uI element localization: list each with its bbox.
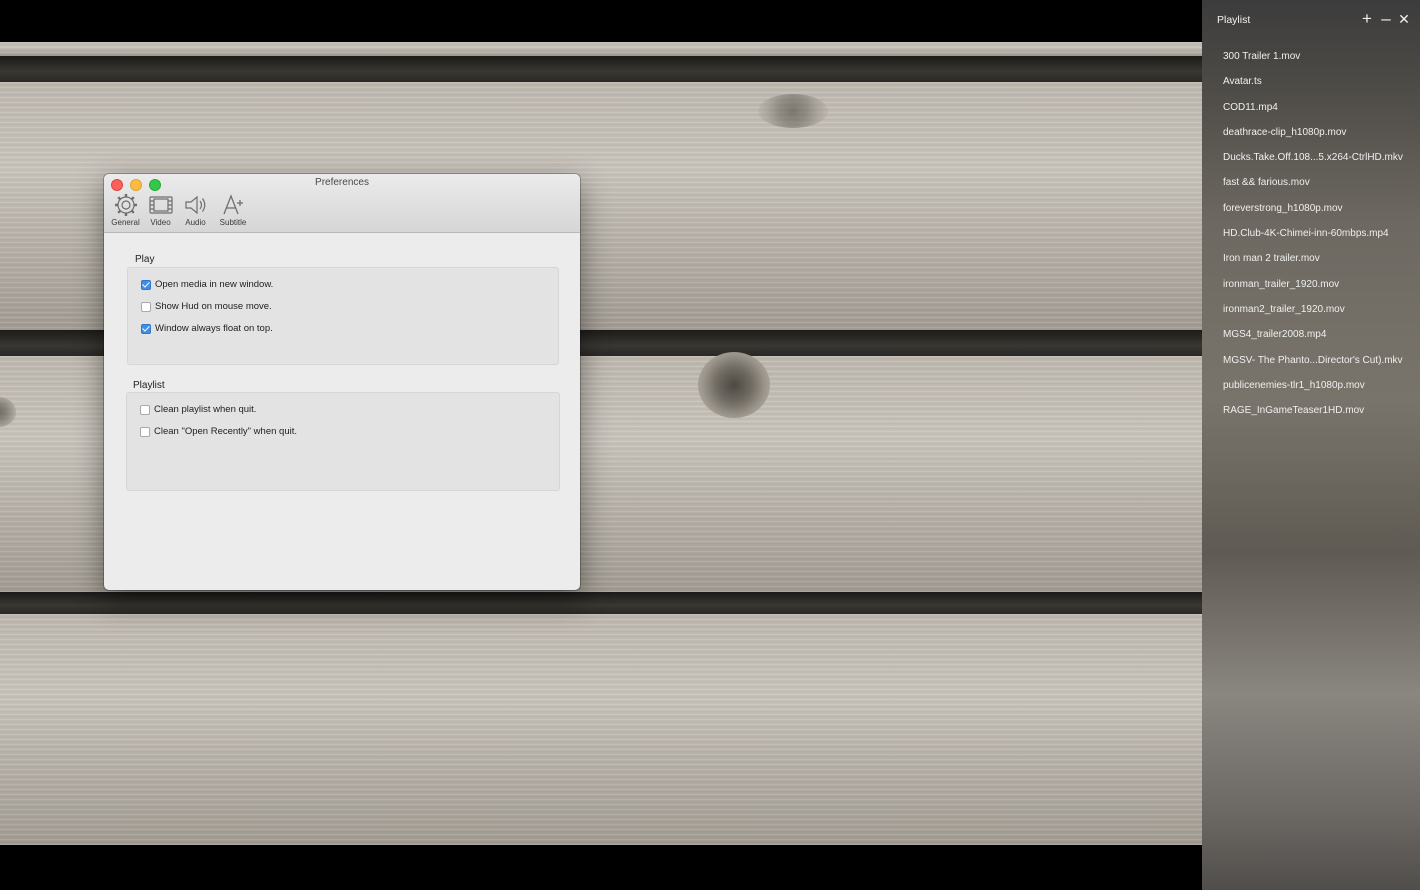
tab-subtitle[interactable]: Subtitle <box>215 193 251 227</box>
playlist-item[interactable]: HD.Club-4K-Chimei-inn-60mbps.mp4 <box>1223 227 1403 252</box>
playlist-item[interactable]: COD11.mp4 <box>1223 101 1403 126</box>
close-button[interactable]: ✕ <box>1395 9 1413 29</box>
playlist-item[interactable]: Avatar.ts <box>1223 75 1403 100</box>
playlist-item[interactable]: deathrace-clip_h1080p.mov <box>1223 126 1403 151</box>
tab-video[interactable]: Video <box>145 193 176 227</box>
add-button[interactable]: + <box>1358 9 1376 29</box>
minimize-button[interactable]: – <box>1377 9 1395 29</box>
plank-gap <box>0 592 1202 614</box>
playlist-section-heading: Playlist <box>133 380 165 391</box>
playlist-item[interactable]: ironman_trailer_1920.mov <box>1223 278 1403 303</box>
option-label: Open media in new window. <box>155 279 274 290</box>
playlist-item[interactable]: Iron man 2 trailer.mov <box>1223 252 1403 277</box>
checkbox-open-media-new-window[interactable] <box>141 279 151 290</box>
checkbox-float-on-top[interactable] <box>141 323 151 334</box>
wood-plank <box>0 42 1202 56</box>
option-open-media-new-window[interactable]: Open media in new window. <box>141 279 273 290</box>
tab-audio-label: Audio <box>185 218 206 227</box>
playlist-item[interactable]: publicenemies-tlr1_h1080p.mov <box>1223 379 1403 404</box>
title-bar[interactable]: Preferences General Video Audio Subtitle <box>104 174 580 233</box>
window-title: Preferences <box>315 177 369 188</box>
play-section-heading: Play <box>135 254 155 265</box>
option-label: Show Hud on mouse move. <box>155 301 272 312</box>
gear-icon <box>114 194 137 216</box>
playlist-item[interactable]: RAGE_InGameTeaser1HD.mov <box>1223 404 1403 429</box>
tab-general[interactable]: General <box>110 193 141 227</box>
tab-general-label: General <box>111 218 140 227</box>
film-icon <box>148 196 173 214</box>
option-label: Clean "Open Recently" when quit. <box>154 426 297 437</box>
wood-plank <box>0 614 1202 845</box>
minus-icon: – <box>1381 9 1391 28</box>
preferences-toolbar: General Video Audio Subtitle <box>110 193 251 227</box>
close-icon: ✕ <box>1398 10 1410 27</box>
plus-icon: + <box>1362 9 1372 28</box>
playlist-item[interactable]: foreverstrong_h1080p.mov <box>1223 202 1403 227</box>
option-clean-playlist[interactable]: Clean playlist when quit. <box>140 404 256 415</box>
playlist-items: 300 Trailer 1.mov Avatar.ts COD11.mp4 de… <box>1223 50 1403 429</box>
speaker-icon <box>184 195 205 215</box>
wood-knot <box>758 94 828 128</box>
wood-knot <box>698 352 770 418</box>
tab-audio[interactable]: Audio <box>180 193 211 227</box>
playlist-item[interactable]: fast && farious.mov <box>1223 176 1403 201</box>
option-label: Window always float on top. <box>155 323 273 334</box>
playlist-item[interactable]: MGSV- The Phanto...Director's Cut).mkv <box>1223 354 1403 379</box>
tab-video-label: Video <box>150 218 171 227</box>
playlist-options-group: Clean playlist when quit. Clean "Open Re… <box>126 392 560 491</box>
tab-subtitle-label: Subtitle <box>219 218 247 227</box>
checkbox-clean-playlist[interactable] <box>140 404 150 415</box>
checkbox-clean-open-recently[interactable] <box>140 426 150 437</box>
playlist-panel: Playlist + – ✕ 300 Trailer 1.mov Avatar.… <box>1202 0 1420 890</box>
playlist-item[interactable]: MGS4_trailer2008.mp4 <box>1223 328 1403 353</box>
playlist-item[interactable]: ironman2_trailer_1920.mov <box>1223 303 1403 328</box>
plank-gap <box>0 56 1202 82</box>
playlist-item[interactable]: 300 Trailer 1.mov <box>1223 50 1403 75</box>
playlist-title: Playlist <box>1217 14 1251 26</box>
option-label: Clean playlist when quit. <box>154 404 257 415</box>
option-show-hud[interactable]: Show Hud on mouse move. <box>141 301 272 312</box>
option-clean-open-recently[interactable]: Clean "Open Recently" when quit. <box>140 426 297 437</box>
play-options-group: Open media in new window. Show Hud on mo… <box>127 267 559 365</box>
subtitle-icon <box>223 194 243 215</box>
preferences-window: Preferences General Video Audio Subtitle… <box>104 174 580 590</box>
checkbox-show-hud[interactable] <box>141 301 151 312</box>
option-float-on-top[interactable]: Window always float on top. <box>141 323 273 334</box>
playlist-item[interactable]: Ducks.Take.Off.108...5.x264-CtrlHD.mkv <box>1223 151 1403 176</box>
